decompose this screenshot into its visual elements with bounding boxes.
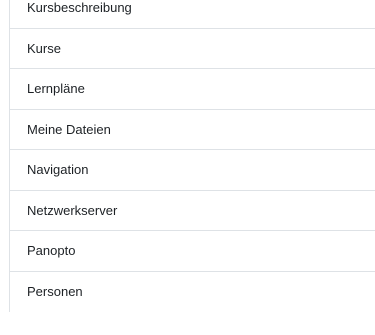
list-item-label: Netzwerkserver [27,202,118,218]
list-item-netzwerkserver[interactable]: Netzwerkserver [10,191,375,231]
list-item-label: Meine Dateien [27,121,111,137]
list-item-meine-dateien[interactable]: Meine Dateien [10,110,375,150]
list-item-label: Navigation [27,162,89,178]
list-item-label: Panopto [27,243,76,259]
list-item-navigation[interactable]: Navigation [10,150,375,191]
list-item-label: Lernpläne [27,81,85,97]
list-item-label: Kurse [27,40,61,56]
list-item-kursbeschreibung[interactable]: Kursbeschreibung [10,0,375,29]
list-item-lernplaene[interactable]: Lernpläne [10,69,375,110]
list-item-panopto[interactable]: Panopto [10,231,375,272]
list-item-label: Personen [27,284,83,300]
list-item-label: Kursbeschreibung [27,0,132,16]
block-list: Kursbeschreibung Kurse Lernpläne Meine D… [9,0,375,312]
list-item-personen[interactable]: Personen [10,272,375,313]
list-item-kurse[interactable]: Kurse [10,29,375,69]
